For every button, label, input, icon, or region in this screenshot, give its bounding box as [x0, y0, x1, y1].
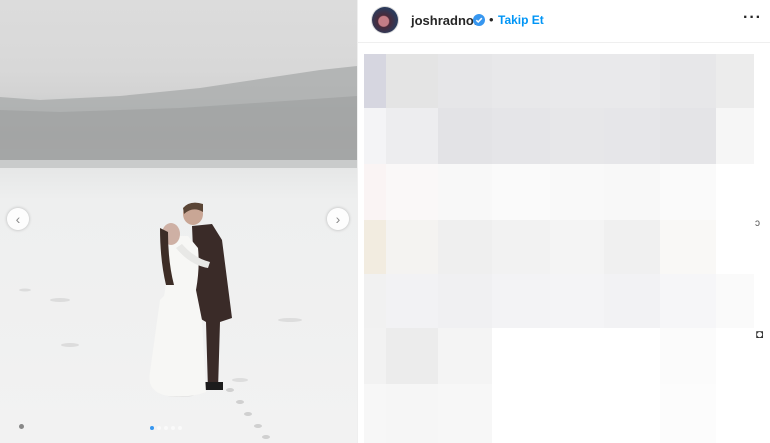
- mosaic-tile: [716, 108, 754, 164]
- mosaic-tile: [492, 164, 550, 220]
- mosaic-tile: [550, 164, 604, 220]
- mosaic-tile: [364, 328, 386, 384]
- mosaic-tile: [716, 220, 754, 274]
- mosaic-tile: [550, 384, 604, 443]
- carousel-dot: [150, 426, 154, 430]
- mosaic-tile: [716, 164, 754, 220]
- blurred-caption-area: [358, 54, 770, 443]
- post-photo[interactable]: ‹ ›: [0, 0, 357, 443]
- mosaic-tile: [716, 384, 754, 443]
- mosaic-tile: [660, 328, 716, 384]
- verified-badge-icon: [473, 14, 485, 26]
- mosaic-tile: [660, 220, 716, 274]
- mosaic-tile: [438, 384, 492, 443]
- mosaic-tile: [604, 328, 660, 384]
- chevron-right-icon: ›: [335, 211, 341, 227]
- carousel-indicator: [150, 426, 182, 430]
- mosaic-tile: [660, 108, 716, 164]
- post-side-panel: joshradnor • Takip Et ··· ɔ ◘: [357, 0, 770, 443]
- mosaic-tile: [604, 220, 660, 274]
- pixelated-content: [364, 54, 754, 443]
- carousel-dot: [164, 426, 168, 430]
- instagram-post: ‹ › joshradnor • Takip Et ··· ɔ ◘: [0, 0, 770, 443]
- mosaic-tile: [386, 274, 438, 328]
- carousel-dot: [171, 426, 175, 430]
- mosaic-tile: [386, 220, 438, 274]
- mosaic-tile: [604, 384, 660, 443]
- mosaic-tile: [550, 328, 604, 384]
- mosaic-tile: [660, 274, 716, 328]
- cropped-glyph: ◘: [756, 327, 764, 341]
- avatar[interactable]: [372, 7, 398, 33]
- mosaic-tile: [386, 54, 438, 108]
- cropped-glyph: ɔ: [755, 218, 760, 229]
- mosaic-tile: [438, 164, 492, 220]
- username-link[interactable]: joshradnor: [411, 13, 479, 28]
- mosaic-tile: [550, 54, 604, 108]
- mosaic-tile: [438, 54, 492, 108]
- separator-dot: •: [489, 12, 494, 27]
- mosaic-tile: [604, 108, 660, 164]
- post-header: joshradnor • Takip Et ···: [358, 0, 770, 43]
- mosaic-tile: [438, 328, 492, 384]
- mosaic-tile: [438, 220, 492, 274]
- carousel-dot: [178, 426, 182, 430]
- mosaic-tile: [386, 328, 438, 384]
- mosaic-tile: [386, 108, 438, 164]
- mosaic-tile: [492, 220, 550, 274]
- mosaic-tile: [660, 164, 716, 220]
- snowy-couple-illustration: [0, 66, 357, 439]
- mosaic-tile: [604, 54, 660, 108]
- mosaic-tile: [492, 54, 550, 108]
- mosaic-tile: [604, 274, 660, 328]
- chevron-left-icon: ‹: [15, 211, 21, 227]
- carousel-dot: [157, 426, 161, 430]
- mosaic-tile: [550, 220, 604, 274]
- mosaic-tile: [716, 328, 754, 384]
- mosaic-tile: [364, 274, 386, 328]
- mosaic-tile: [660, 384, 716, 443]
- mosaic-tile: [364, 220, 386, 274]
- follow-button[interactable]: Takip Et: [498, 13, 544, 27]
- cropped-dot: [19, 424, 24, 429]
- next-slide-button[interactable]: ›: [327, 208, 349, 230]
- mosaic-tile: [716, 54, 754, 108]
- mosaic-tile: [364, 54, 386, 108]
- mosaic-tile: [438, 108, 492, 164]
- mosaic-tile: [492, 108, 550, 164]
- mosaic-tile: [438, 274, 492, 328]
- mosaic-tile: [604, 164, 660, 220]
- mosaic-tile: [364, 384, 386, 443]
- mosaic-tile: [660, 54, 716, 108]
- mosaic-tile: [550, 274, 604, 328]
- mosaic-tile: [386, 384, 438, 443]
- more-options-icon[interactable]: ···: [743, 9, 762, 27]
- mosaic-tile: [364, 164, 386, 220]
- mosaic-tile: [550, 108, 604, 164]
- previous-slide-button[interactable]: ‹: [7, 208, 29, 230]
- mosaic-tile: [492, 384, 550, 443]
- mosaic-tile: [716, 274, 754, 328]
- mosaic-tile: [492, 274, 550, 328]
- mosaic-tile: [386, 164, 438, 220]
- mosaic-tile: [364, 108, 386, 164]
- mosaic-tile: [492, 328, 550, 384]
